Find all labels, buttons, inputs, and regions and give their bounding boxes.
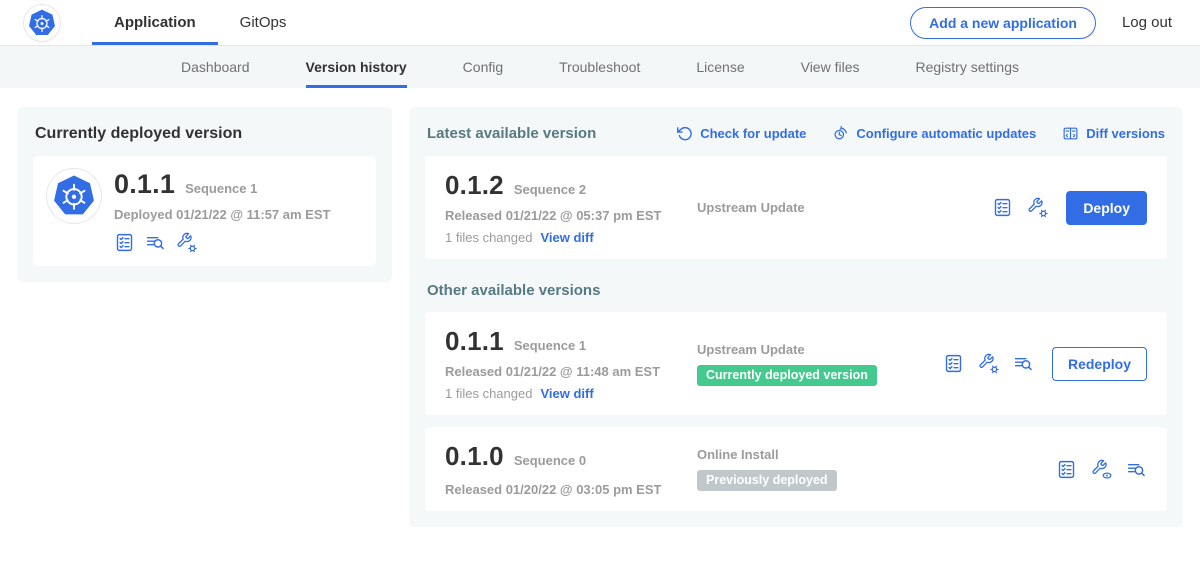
version-number: 0.1.1 bbox=[445, 326, 504, 357]
deployed-timestamp: Deployed 01/21/22 @ 11:57 am EST bbox=[114, 207, 330, 222]
check-for-update-link[interactable]: Check for update bbox=[676, 125, 806, 142]
tab-registry-settings-label: Registry settings bbox=[916, 59, 1019, 75]
logout-link[interactable]: Log out bbox=[1122, 14, 1172, 31]
kubernetes-logo bbox=[24, 5, 60, 41]
version-actions: Check for update Configure automatic upd… bbox=[676, 125, 1165, 142]
header-tab-gitops-label: GitOps bbox=[240, 14, 287, 31]
tab-troubleshoot[interactable]: Troubleshoot bbox=[559, 46, 640, 88]
config-gear-icon[interactable] bbox=[978, 353, 999, 374]
config-gear-icon[interactable] bbox=[176, 232, 197, 253]
release-notes-icon[interactable] bbox=[1056, 459, 1077, 480]
kubernetes-logo-icon bbox=[27, 8, 57, 38]
version-source: Online Install bbox=[697, 447, 1056, 462]
diff-versions-link[interactable]: Diff versions bbox=[1062, 125, 1165, 142]
view-diff-link[interactable]: View diff bbox=[540, 230, 593, 245]
release-notes-icon[interactable] bbox=[114, 232, 135, 253]
deploy-logs-icon[interactable] bbox=[1126, 459, 1147, 480]
deploy-logs-icon[interactable] bbox=[1013, 353, 1034, 374]
available-versions-panel: Latest available version Check for updat… bbox=[409, 107, 1183, 527]
version-sequence: Sequence 2 bbox=[514, 182, 586, 197]
latest-available-title: Latest available version bbox=[427, 125, 596, 142]
released-timestamp: Released 01/21/22 @ 11:48 am EST bbox=[445, 364, 697, 379]
currently-deployed-badge: Currently deployed version bbox=[697, 365, 877, 386]
version-source: Upstream Update bbox=[697, 342, 943, 357]
version-number: 0.1.0 bbox=[445, 441, 504, 472]
release-notes-icon[interactable] bbox=[992, 197, 1013, 218]
version-card-0-1-2: 0.1.2 Sequence 2 Released 01/21/22 @ 05:… bbox=[425, 156, 1167, 259]
tab-config-label: Config bbox=[463, 59, 503, 75]
version-source: Upstream Update bbox=[697, 200, 992, 215]
deployed-version-number: 0.1.1 bbox=[114, 169, 175, 200]
view-diff-link[interactable]: View diff bbox=[540, 386, 593, 401]
deployed-sequence: Sequence 1 bbox=[185, 181, 257, 196]
tab-dashboard-label: Dashboard bbox=[181, 59, 250, 75]
tab-version-history[interactable]: Version history bbox=[306, 46, 407, 88]
diff-icon bbox=[1062, 125, 1079, 142]
other-versions-title: Other available versions bbox=[427, 282, 1165, 299]
tab-license-label: License bbox=[696, 59, 744, 75]
redeploy-button[interactable]: Redeploy bbox=[1052, 347, 1147, 381]
tab-license[interactable]: License bbox=[696, 46, 744, 88]
deployed-version-card: 0.1.1 Sequence 1 Deployed 01/21/22 @ 11:… bbox=[33, 156, 376, 266]
header-tab-application-label: Application bbox=[114, 14, 196, 31]
released-timestamp: Released 01/21/22 @ 05:37 pm EST bbox=[445, 208, 697, 223]
deploy-logs-icon[interactable] bbox=[145, 232, 166, 253]
refresh-icon bbox=[676, 125, 693, 142]
version-sequence: Sequence 1 bbox=[514, 338, 586, 353]
check-for-update-label: Check for update bbox=[700, 126, 806, 141]
tab-dashboard[interactable]: Dashboard bbox=[181, 46, 250, 88]
tab-troubleshoot-label: Troubleshoot bbox=[559, 59, 640, 75]
diff-versions-label: Diff versions bbox=[1086, 126, 1165, 141]
tab-view-files[interactable]: View files bbox=[801, 46, 860, 88]
tab-registry-settings[interactable]: Registry settings bbox=[916, 46, 1019, 88]
released-timestamp: Released 01/20/22 @ 03:05 pm EST bbox=[445, 482, 697, 497]
deploy-button[interactable]: Deploy bbox=[1066, 191, 1147, 225]
version-card-0-1-0: 0.1.0 Sequence 0 Released 01/20/22 @ 03:… bbox=[425, 427, 1167, 511]
kubernetes-logo-icon bbox=[51, 173, 97, 219]
tab-view-files-label: View files bbox=[801, 59, 860, 75]
tab-version-history-label: Version history bbox=[306, 59, 407, 75]
release-notes-icon[interactable] bbox=[943, 353, 964, 374]
version-history-page: Currently deployed version 0.1.1 Sequenc… bbox=[0, 88, 1200, 546]
config-gear-icon[interactable] bbox=[1027, 197, 1048, 218]
files-changed: 1 files changed bbox=[445, 230, 532, 245]
files-changed: 1 files changed bbox=[445, 386, 532, 401]
version-number: 0.1.2 bbox=[445, 170, 504, 201]
header-tab-application[interactable]: Application bbox=[92, 0, 218, 45]
header-tab-gitops[interactable]: GitOps bbox=[218, 0, 309, 45]
configure-automatic-updates-label: Configure automatic updates bbox=[856, 126, 1036, 141]
add-application-button[interactable]: Add a new application bbox=[910, 7, 1096, 39]
configure-automatic-updates-link[interactable]: Configure automatic updates bbox=[832, 125, 1036, 142]
deployed-panel-title: Currently deployed version bbox=[35, 125, 376, 143]
app-header: Application GitOps Add a new application… bbox=[0, 0, 1200, 46]
currently-deployed-panel: Currently deployed version 0.1.1 Sequenc… bbox=[17, 107, 392, 282]
header-nav: Application GitOps bbox=[92, 0, 308, 45]
tab-config[interactable]: Config bbox=[463, 46, 503, 88]
version-sequence: Sequence 0 bbox=[514, 453, 586, 468]
version-card-0-1-1: 0.1.1 Sequence 1 Released 01/21/22 @ 11:… bbox=[425, 312, 1167, 415]
schedule-icon bbox=[832, 125, 849, 142]
app-subnav: Dashboard Version history Config Trouble… bbox=[0, 46, 1200, 88]
previously-deployed-badge: Previously deployed bbox=[697, 470, 837, 491]
deployed-version-info: 0.1.1 Sequence 1 Deployed 01/21/22 @ 11:… bbox=[114, 169, 330, 253]
header-right: Add a new application Log out bbox=[910, 0, 1172, 45]
view-config-icon[interactable] bbox=[1091, 459, 1112, 480]
app-icon bbox=[47, 169, 101, 223]
